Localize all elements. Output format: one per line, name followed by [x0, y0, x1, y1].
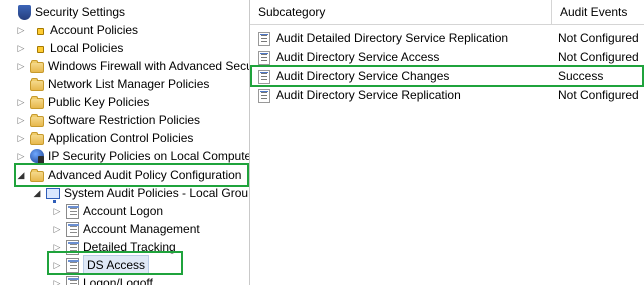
expander-icon[interactable]: ▷ [52, 220, 62, 238]
subcategory-text: Audit Directory Service Replication [276, 88, 461, 102]
ip-security-icon [30, 149, 44, 164]
audit-policy-icon [258, 31, 270, 46]
column-header-subcategory[interactable]: Subcategory [250, 0, 552, 25]
lock-folder-icon [30, 22, 46, 38]
navigation-tree[interactable]: Security Settings ▷ Account Policies ▷ Local… [0, 0, 250, 285]
audit-events-header-label: Audit Events [560, 5, 628, 19]
column-header-audit-events[interactable]: Audit Events [552, 0, 644, 25]
highlight-advanced-audit [14, 163, 249, 187]
expander-icon[interactable]: ▷ [16, 21, 26, 39]
tree-item-label: Local Policies [50, 41, 124, 55]
audit-policy-icon [258, 50, 270, 65]
tree-item-label: Account Logon [83, 204, 164, 218]
highlight-ds-access [47, 251, 183, 275]
policy-doc-icon [66, 221, 79, 237]
subcategory-text: Audit Detailed Directory Service Replica… [276, 31, 509, 45]
subcategory-header-label: Subcategory [258, 5, 326, 19]
tree-item-label: Public Key Policies [48, 95, 150, 109]
tree-item-account-logon[interactable]: ▷ Account Logon [52, 202, 249, 220]
lock-folder-icon [30, 40, 46, 56]
highlight-directory-service-changes [250, 65, 644, 87]
audit-policy-icon [258, 88, 270, 103]
policy-doc-icon [66, 203, 79, 219]
tree-item-account-management[interactable]: ▷ Account Management [52, 220, 249, 238]
expander-icon[interactable]: ▷ [52, 274, 62, 285]
expander-placeholder [4, 3, 14, 21]
tree-item-label: Software Restriction Policies [48, 113, 201, 127]
tree-item-logon-logoff[interactable]: ▷ Logon/Logoff [52, 274, 249, 285]
table-row[interactable]: Audit Directory Service Replication Not … [250, 86, 644, 105]
table-row[interactable]: Audit Detailed Directory Service Replica… [250, 29, 644, 48]
tree-item-public-key-policies[interactable]: ▷ Public Key Policies [16, 93, 249, 111]
expander-placeholder [16, 75, 26, 93]
tree-item-network-list-manager[interactable]: Network List Manager Policies [16, 75, 249, 93]
tree-item-label: Account Policies [50, 23, 139, 37]
details-pane[interactable]: Subcategory Audit Events Audit Detailed … [250, 0, 644, 285]
expander-icon[interactable]: ▷ [16, 111, 26, 129]
policy-doc-icon [66, 275, 79, 285]
tree-item-label: Logon/Logoff [83, 276, 153, 285]
security-settings-icon [18, 5, 31, 20]
folder-icon [30, 132, 44, 145]
tree-item-account-policies[interactable]: ▷ Account Policies [16, 21, 249, 39]
tree-item-local-policies[interactable]: ▷ Local Policies [16, 39, 249, 57]
tree-item-label: Security Settings [35, 5, 126, 19]
expander-icon[interactable]: ▷ [52, 202, 62, 220]
tree-item-security-settings[interactable]: Security Settings [4, 3, 249, 21]
audit-events-cell: Not Configured [558, 88, 639, 102]
folder-icon [30, 60, 44, 73]
subcategory-cell: Audit Directory Service Replication [258, 86, 552, 105]
audit-events-cell: Not Configured [558, 31, 639, 45]
tree-item-software-restriction[interactable]: ▷ Software Restriction Policies [16, 111, 249, 129]
tree-item-label: Account Management [83, 222, 200, 236]
folder-icon [30, 96, 44, 109]
expander-icon[interactable]: ▷ [16, 93, 26, 111]
folder-icon [30, 114, 44, 127]
expander-icon[interactable]: ▷ [16, 57, 26, 75]
tree-item-application-control[interactable]: ▷ Application Control Policies [16, 129, 249, 147]
tree-item-windows-firewall[interactable]: ▷ Windows Firewall with Advanced Secu [16, 57, 250, 75]
folder-icon [30, 78, 44, 91]
tree-item-label: Network List Manager Policies [48, 77, 210, 91]
expander-icon[interactable]: ▷ [16, 129, 26, 147]
expander-icon[interactable]: ▷ [16, 39, 26, 57]
computer-icon [46, 187, 60, 203]
subcategory-cell: Audit Detailed Directory Service Replica… [258, 29, 552, 48]
tree-item-label: Application Control Policies [48, 131, 194, 145]
tree-item-label: Windows Firewall with Advanced Secu [48, 59, 250, 73]
